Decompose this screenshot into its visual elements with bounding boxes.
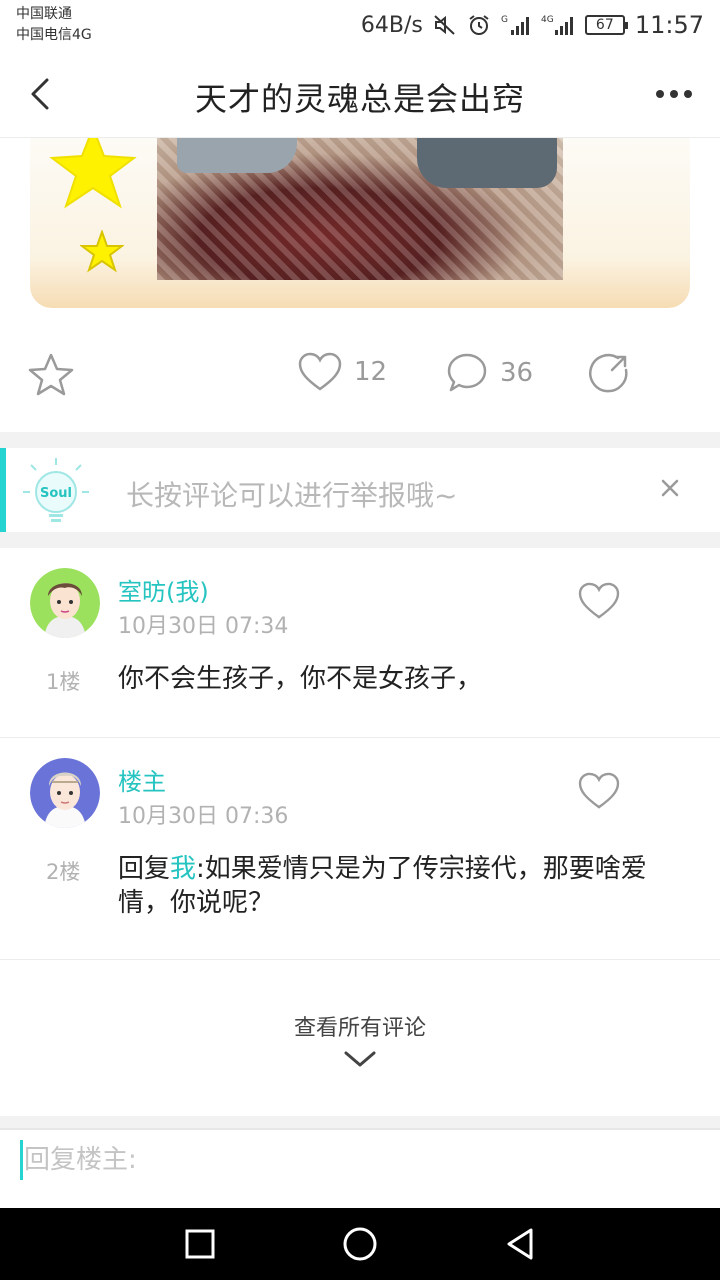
heart-icon [298,352,342,391]
more-button[interactable] [652,78,696,110]
text-cursor [20,1140,23,1180]
recent-apps-button[interactable] [180,1224,220,1264]
carrier-name-1: 中国联通 [16,6,72,22]
floor-number: 1楼 [46,670,81,694]
comment-time: 10月30日 07:34 [118,614,289,639]
status-bar: 中国联通 中国电信4G 64B/s G 4G 67 11:57 [0,0,720,50]
signal-g-icon: G [501,13,531,37]
post-actions: 12 36 [0,340,720,410]
soul-badge: Soul [40,486,72,501]
post-image[interactable] [30,138,690,308]
svg-text:4G: 4G [541,15,554,25]
comment-author[interactable]: 楼主 [118,762,166,797]
section-divider [0,532,720,548]
comment-like-button[interactable] [578,582,620,624]
system-nav-bar [0,1208,720,1280]
comment-author[interactable]: 室昉(我) [118,572,209,607]
favorite-button[interactable] [28,352,74,396]
photo-figure [177,138,297,173]
star-decoration-icon [49,138,137,209]
lightbulb-icon: Soul [23,458,89,522]
clock: 11:57 [634,11,704,39]
page-title: 天才的灵魂总是会出窍 [194,80,525,118]
more-dot [670,90,678,98]
comment-text[interactable]: 你不会生孩子，你不是女孩子， [118,662,698,696]
post-photo [157,138,563,280]
carrier-name-2: 中国电信4G [16,27,92,43]
mute-icon [433,13,457,37]
comment-item[interactable]: 楼主 10月30日 07:36 2楼 回复我:如果爱情只是为了传宗接代，那要啥爱… [0,738,720,960]
like-button[interactable]: 12 [298,352,387,392]
title-bar: 天才的灵魂总是会出窍 [0,50,720,138]
heart-icon [578,582,620,619]
view-all-comments-button[interactable]: 查看所有评论 [0,990,720,1068]
section-divider [0,432,720,448]
chevron-down-icon [344,1051,376,1067]
avatar[interactable] [30,758,100,828]
home-button[interactable] [340,1224,380,1264]
star-decoration-icon [80,230,124,273]
status-icons: 64B/s G 4G 67 11:57 [361,10,704,40]
comment-text[interactable]: 回复我:如果爱情只是为了传宗接代，那要啥爱情，你说呢？ [118,852,698,920]
comment-item[interactable]: 室昉(我) 10月30日 07:34 1楼 你不会生孩子，你不是女孩子， [0,548,720,738]
more-dot [684,90,692,98]
like-count: 12 [354,357,388,387]
reply-body: :如果爱情只是为了传宗接代，那要啥爱情，你说呢？ [118,854,647,918]
star-icon [28,353,74,396]
reply-prefix: 回复 [118,854,171,884]
comment-button[interactable]: 36 [446,352,533,394]
comment-count: 36 [500,358,534,388]
heart-icon [578,772,620,809]
reply-input[interactable] [24,1140,684,1180]
battery-icon: 67 [584,15,628,35]
comment-like-button[interactable] [578,772,620,814]
reply-bar [0,1128,720,1208]
alarm-icon [467,13,491,37]
reply-target-link[interactable]: 我 [170,854,196,884]
avatar[interactable] [30,568,100,638]
svg-text:G: G [501,15,508,25]
close-tip-button[interactable] [656,474,684,502]
network-speed: 64B/s [360,12,423,38]
tip-text: 长按评论可以进行举报哦~ [126,479,458,512]
system-back-button[interactable] [500,1224,540,1264]
square-icon [185,1229,215,1259]
share-icon [589,353,628,393]
more-dot [656,90,664,98]
floor-number: 2楼 [46,860,81,884]
section-divider [0,1116,720,1128]
signal-4g-icon: 4G [541,13,575,37]
circle-icon [343,1227,377,1261]
close-icon [661,479,679,497]
triangle-back-icon [507,1228,533,1260]
comment-bubble-icon [447,353,487,392]
view-all-label: 查看所有评论 [293,1016,426,1041]
report-tip-banner: Soul 长按评论可以进行举报哦~ [0,448,720,532]
comment-time: 10月30日 07:36 [118,804,289,829]
photo-figure [417,138,557,188]
share-button[interactable] [588,352,630,394]
